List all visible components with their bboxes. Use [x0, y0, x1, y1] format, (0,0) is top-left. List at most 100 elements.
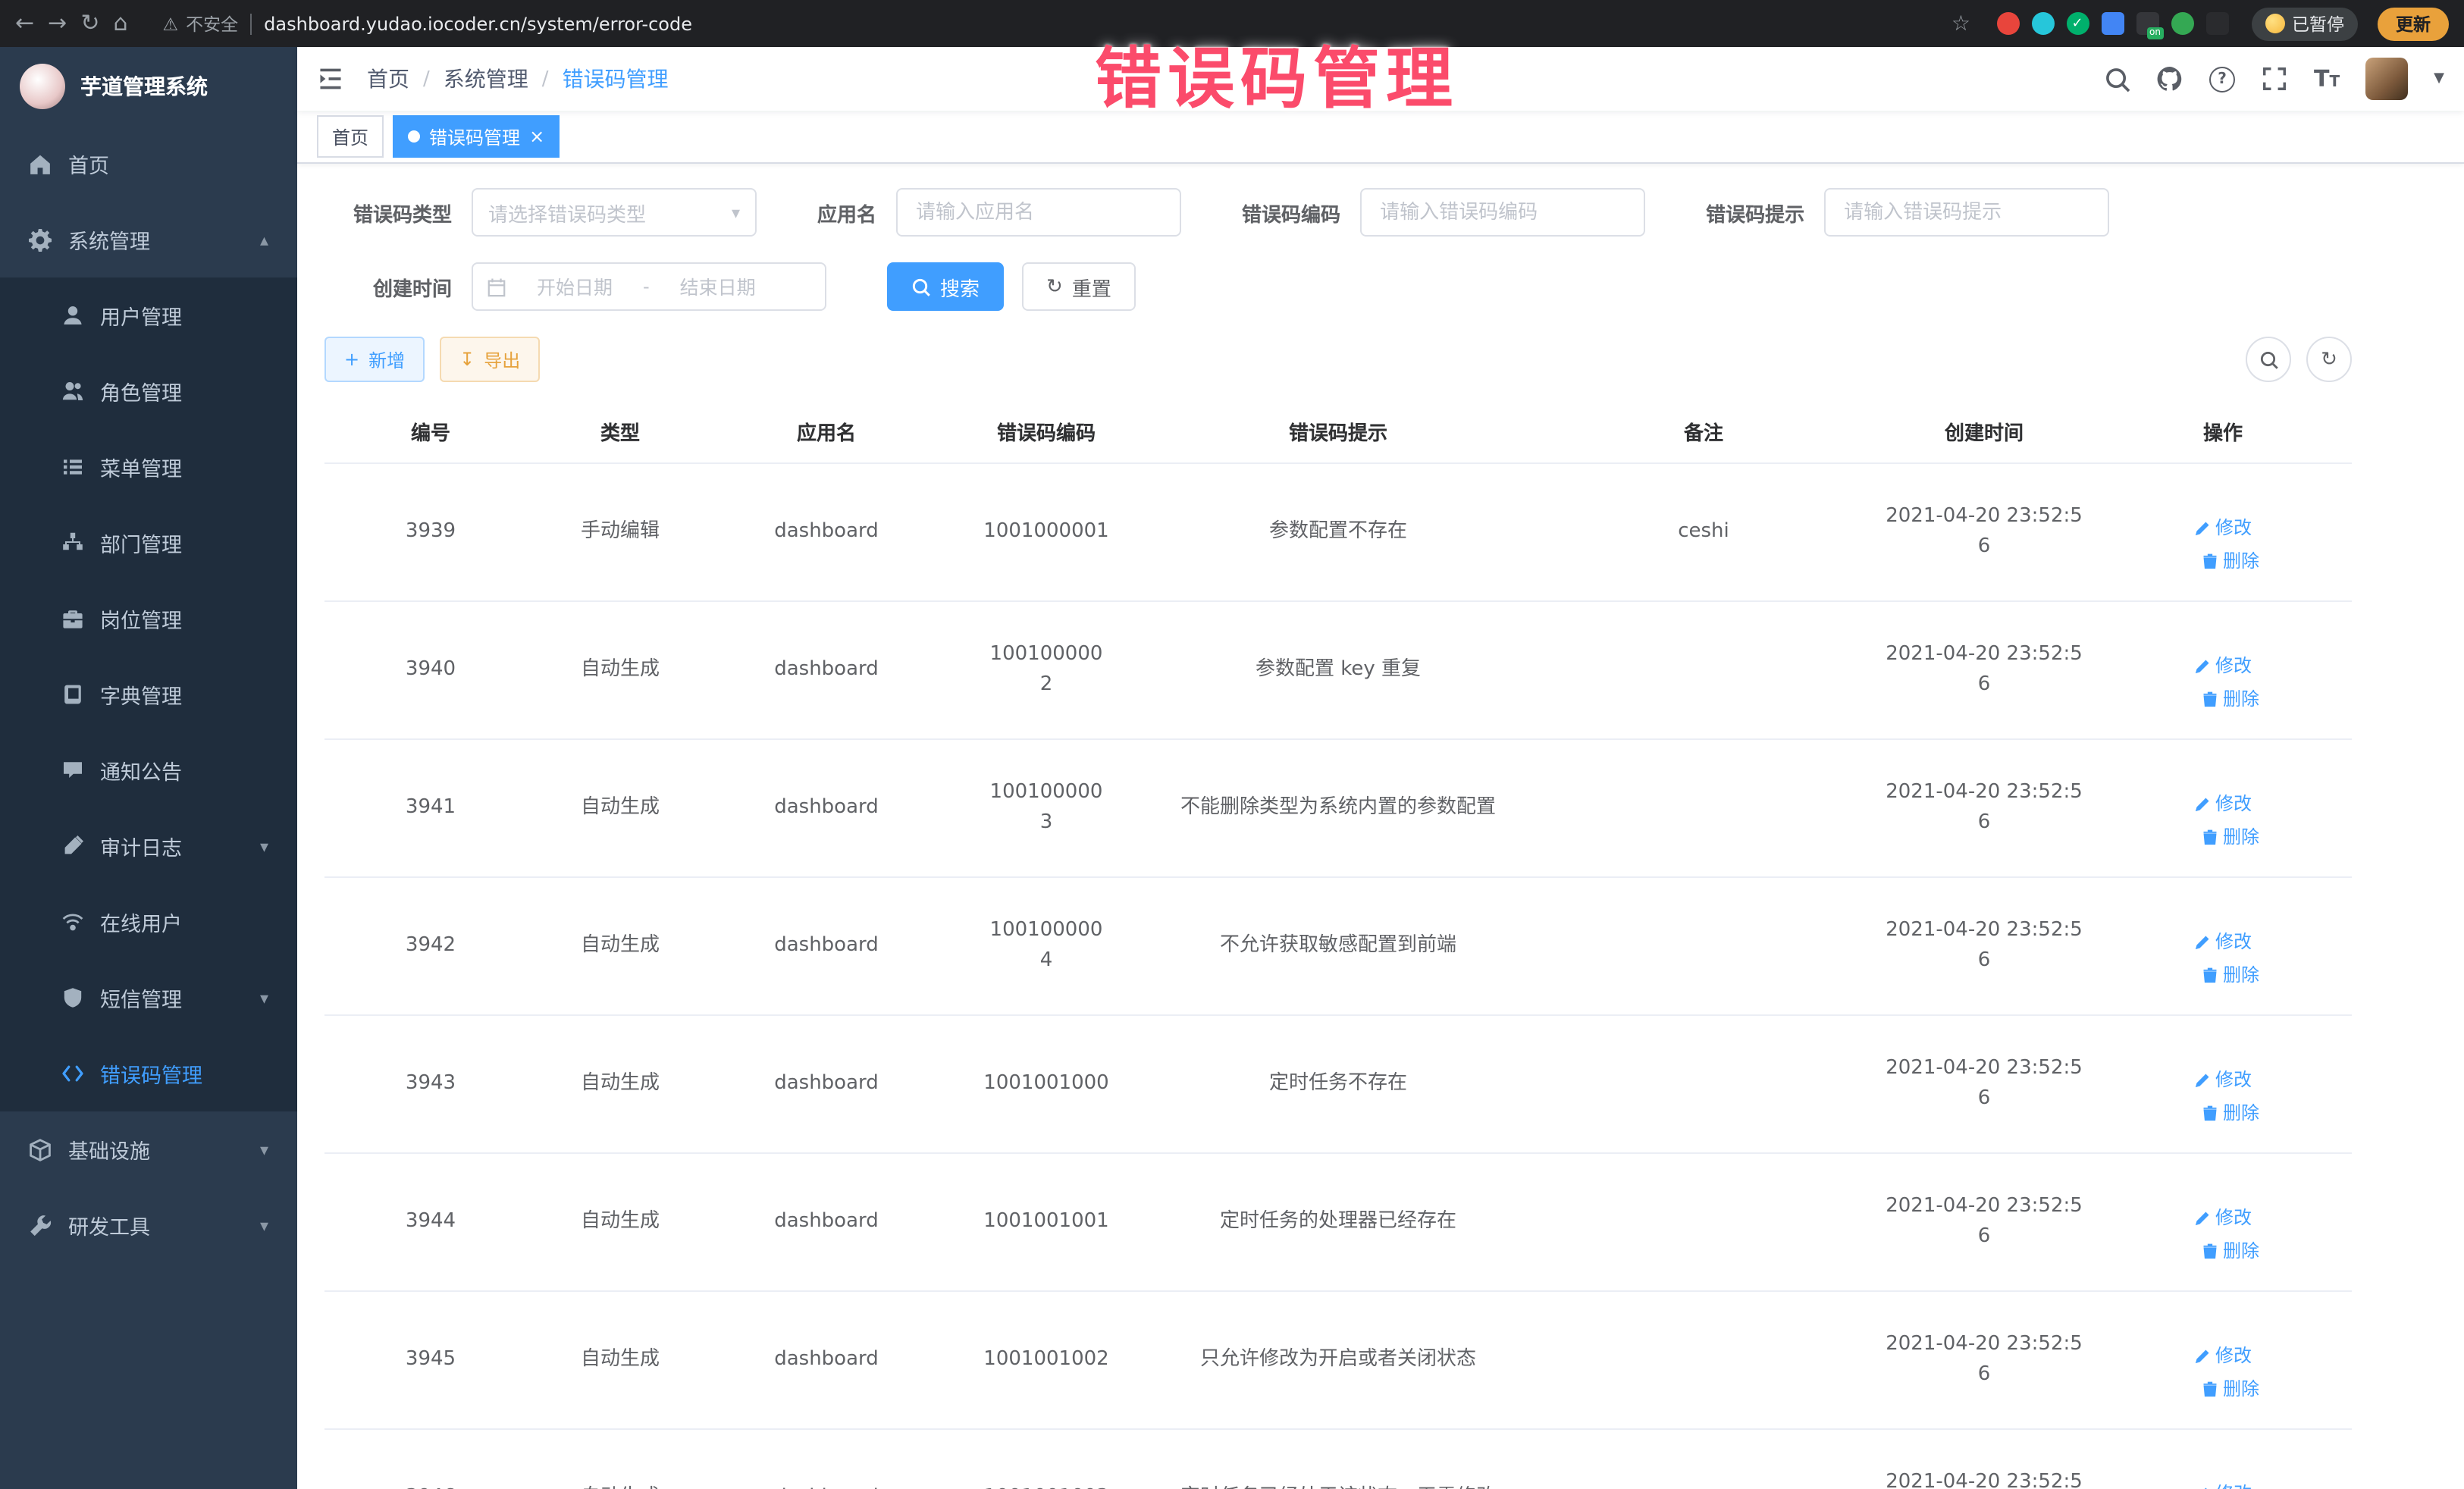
show-search-button[interactable]: [2246, 337, 2291, 382]
sidebar-item-positions[interactable]: 岗位管理: [0, 581, 297, 657]
col-app: 应用名: [704, 400, 949, 463]
sidebar-item-users[interactable]: 用户管理: [0, 277, 297, 353]
sidebar-item-departments[interactable]: 部门管理: [0, 505, 297, 581]
error-type-select[interactable]: 请选择错误码类型 ▾: [472, 188, 757, 237]
security-label: 不安全: [186, 11, 238, 36]
extension-red-icon[interactable]: [1996, 12, 2019, 35]
extension-green-check-icon[interactable]: ✓: [2066, 12, 2089, 35]
filter-app-label: 应用名: [817, 198, 876, 227]
error-hint-input[interactable]: [1841, 199, 2093, 225]
github-icon[interactable]: [2156, 65, 2183, 92]
sidebar-item-online-users[interactable]: 在线用户: [0, 884, 297, 960]
tab-error-code[interactable]: 错误码管理 ×: [393, 115, 560, 158]
sidebar-item-menus[interactable]: 菜单管理: [0, 429, 297, 505]
refresh-table-button[interactable]: ↻: [2306, 337, 2352, 382]
browser-chrome: ← → ↻ ⌂ ⚠ 不安全 dashboard.yudao.iocoder.cn…: [0, 0, 2464, 47]
browser-update-button[interactable]: 更新: [2378, 7, 2449, 40]
browser-reload-icon[interactable]: ↻: [80, 12, 99, 35]
sidebar-item-announcements[interactable]: 通知公告: [0, 732, 297, 808]
users-icon: [61, 380, 83, 403]
sidebar-item-home[interactable]: 首页: [0, 126, 297, 202]
tab-home[interactable]: 首页: [317, 115, 384, 158]
date-range-picker[interactable]: -: [472, 262, 826, 311]
extension-dark-on-icon[interactable]: on: [2136, 12, 2158, 35]
audit-log-icon: [61, 835, 83, 857]
breadcrumb: 首页 / 系统管理 / 错误码管理: [367, 64, 669, 94]
delete-link[interactable]: 删除: [2202, 961, 2259, 989]
sidebar-item-infrastructure[interactable]: 基础设施 ▾: [0, 1111, 297, 1187]
edit-link[interactable]: 修改: [2194, 1481, 2252, 1489]
profile-paused-chip[interactable]: 已暂停: [2251, 7, 2358, 40]
delete-link[interactable]: 删除: [2202, 1375, 2259, 1403]
breadcrumb-home[interactable]: 首页: [367, 64, 409, 94]
extension-pin-icon[interactable]: [2205, 12, 2228, 35]
edit-link[interactable]: 修改: [2194, 928, 2252, 956]
extension-leaf-icon[interactable]: [2171, 12, 2193, 35]
extension-teal-icon[interactable]: [2031, 12, 2054, 35]
security-chip[interactable]: ⚠ 不安全: [163, 11, 239, 36]
start-date-input[interactable]: [516, 274, 634, 299]
sidebar-item-sms[interactable]: 短信管理 ▾: [0, 960, 297, 1036]
edit-link[interactable]: 修改: [2194, 1204, 2252, 1232]
logo-image: [20, 64, 65, 109]
help-icon[interactable]: ?: [2209, 66, 2235, 92]
profile-emoji-icon: [2265, 14, 2284, 33]
edit-link[interactable]: 修改: [2194, 1066, 2252, 1094]
bookmark-star-icon[interactable]: ☆: [1951, 11, 1970, 36]
table-header-row: 编号 类型 应用名 错误码编码 错误码提示 备注 创建时间 操作: [324, 400, 2352, 463]
avatar[interactable]: [2365, 58, 2408, 100]
browser-back-icon[interactable]: ←: [15, 12, 34, 35]
app-shell: 芋道管理系统 首页 系统管理 ▴: [0, 47, 2464, 1489]
app-name-input[interactable]: [913, 199, 1165, 225]
font-size-icon[interactable]: TT: [2314, 65, 2340, 92]
active-dot-icon: [408, 130, 420, 143]
breadcrumb-system[interactable]: 系统管理: [444, 64, 528, 94]
page-content: 错误码类型 请选择错误码类型 ▾ 应用名: [297, 164, 2464, 1489]
extension-on-badge: on: [2147, 27, 2163, 39]
search-button[interactable]: 搜索: [887, 262, 1004, 311]
sidebar-item-audit-log[interactable]: 审计日志 ▾: [0, 808, 297, 884]
end-date-input[interactable]: [659, 274, 777, 299]
error-hint-input-wrap: [1824, 188, 2109, 237]
address-bar[interactable]: ⚠ 不安全 dashboard.yudao.iocoder.cn/system/…: [163, 11, 1970, 36]
edit-link[interactable]: 修改: [2194, 652, 2252, 680]
col-remark: 备注: [1533, 400, 1874, 463]
add-button[interactable]: + 新增: [324, 337, 425, 382]
error-code-table: 编号 类型 应用名 错误码编码 错误码提示 备注 创建时间 操作: [324, 400, 2352, 1489]
table-row: 3939 手动编辑 dashboard 1001000001 参数配置不存在 c…: [324, 463, 2352, 601]
filter-hint-label: 错误码提示: [1706, 198, 1804, 227]
hamburger-icon[interactable]: [317, 67, 344, 91]
extension-blue-grid-icon[interactable]: [2101, 12, 2124, 35]
sidebar-item-roles[interactable]: 角色管理: [0, 353, 297, 429]
sidebar: 芋道管理系统 首页 系统管理 ▴: [0, 47, 297, 1489]
fullscreen-icon[interactable]: [2261, 65, 2288, 92]
sidebar-logo[interactable]: 芋道管理系统: [0, 47, 297, 126]
sidebar-item-devtools[interactable]: 研发工具 ▾: [0, 1187, 297, 1263]
delete-link[interactable]: 删除: [2202, 823, 2259, 851]
edit-link[interactable]: 修改: [2194, 514, 2252, 542]
delete-link[interactable]: 删除: [2202, 1099, 2259, 1127]
delete-link[interactable]: 删除: [2202, 685, 2259, 713]
sidebar-item-dictionary[interactable]: 字典管理: [0, 657, 297, 732]
filter-time-label: 创建时间: [324, 272, 452, 301]
delete-link[interactable]: 删除: [2202, 1237, 2259, 1265]
close-icon[interactable]: ×: [529, 127, 544, 146]
search-icon[interactable]: [2103, 65, 2130, 92]
edit-link[interactable]: 修改: [2194, 1342, 2252, 1370]
table-row: 3945 自动生成 dashboard 1001001002 只允许修改为开启或…: [324, 1291, 2352, 1429]
col-type: 类型: [537, 400, 704, 463]
edit-link[interactable]: 修改: [2194, 790, 2252, 818]
col-code: 错误码编码: [949, 400, 1143, 463]
sidebar-item-error-code[interactable]: 错误码管理: [0, 1036, 297, 1111]
caret-down-icon[interactable]: ▼: [2434, 71, 2444, 86]
delete-link[interactable]: 删除: [2202, 547, 2259, 575]
table-row: 3943 自动生成 dashboard 1001001000 定时任务不存在 2…: [324, 1015, 2352, 1153]
col-hint: 错误码提示: [1143, 400, 1533, 463]
browser-forward-icon[interactable]: →: [48, 12, 67, 35]
browser-home-icon[interactable]: ⌂: [113, 12, 127, 35]
reset-button[interactable]: ↻ 重置: [1022, 262, 1136, 311]
sidebar-item-system[interactable]: 系统管理 ▴: [0, 202, 297, 277]
export-button[interactable]: ↧ 导出: [440, 337, 540, 382]
error-code-input[interactable]: [1377, 199, 1629, 225]
code-brackets-icon: [61, 1062, 83, 1085]
